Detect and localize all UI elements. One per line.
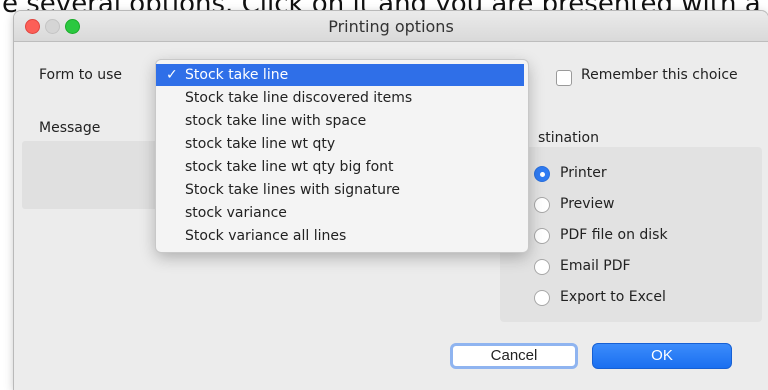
radio-icon[interactable]	[534, 290, 550, 306]
checkmark-icon: ✓	[166, 67, 178, 83]
form-option-variance-all-lines[interactable]: Stock variance all lines	[156, 225, 524, 247]
form-dropdown-menu[interactable]: ✓ Stock take line Stock take line discov…	[156, 60, 528, 252]
radio-selected-icon[interactable]	[534, 166, 550, 182]
form-option-stock-take-line[interactable]: ✓ Stock take line	[156, 64, 524, 86]
remember-choice-label: Remember this choice	[581, 67, 738, 83]
form-option-wt-qty[interactable]: stock take line wt qty	[156, 133, 524, 155]
ok-button[interactable]: OK	[592, 343, 732, 369]
printing-options-dialog: Printing options Form to use Remember th…	[14, 11, 768, 390]
form-option-with-space[interactable]: stock take line with space	[156, 110, 524, 132]
form-to-use-label: Form to use	[39, 67, 123, 83]
cancel-button[interactable]: Cancel	[450, 343, 578, 369]
radio-icon[interactable]	[534, 259, 550, 275]
title-bar[interactable]: Printing options	[14, 11, 768, 42]
message-label: Message	[39, 120, 101, 136]
radio-icon[interactable]	[534, 228, 550, 244]
form-option-wt-qty-big-font[interactable]: stock take line wt qty big font	[156, 156, 524, 178]
window-title: Printing options	[328, 17, 454, 36]
remember-choice-checkbox[interactable]	[556, 70, 572, 86]
form-option-stock-variance[interactable]: stock variance	[156, 202, 524, 224]
radio-icon[interactable]	[534, 197, 550, 213]
form-option-with-signature[interactable]: Stock take lines with signature	[156, 179, 524, 201]
form-option-discovered-items[interactable]: Stock take line discovered items	[156, 87, 524, 109]
destination-label: stination	[538, 130, 599, 146]
